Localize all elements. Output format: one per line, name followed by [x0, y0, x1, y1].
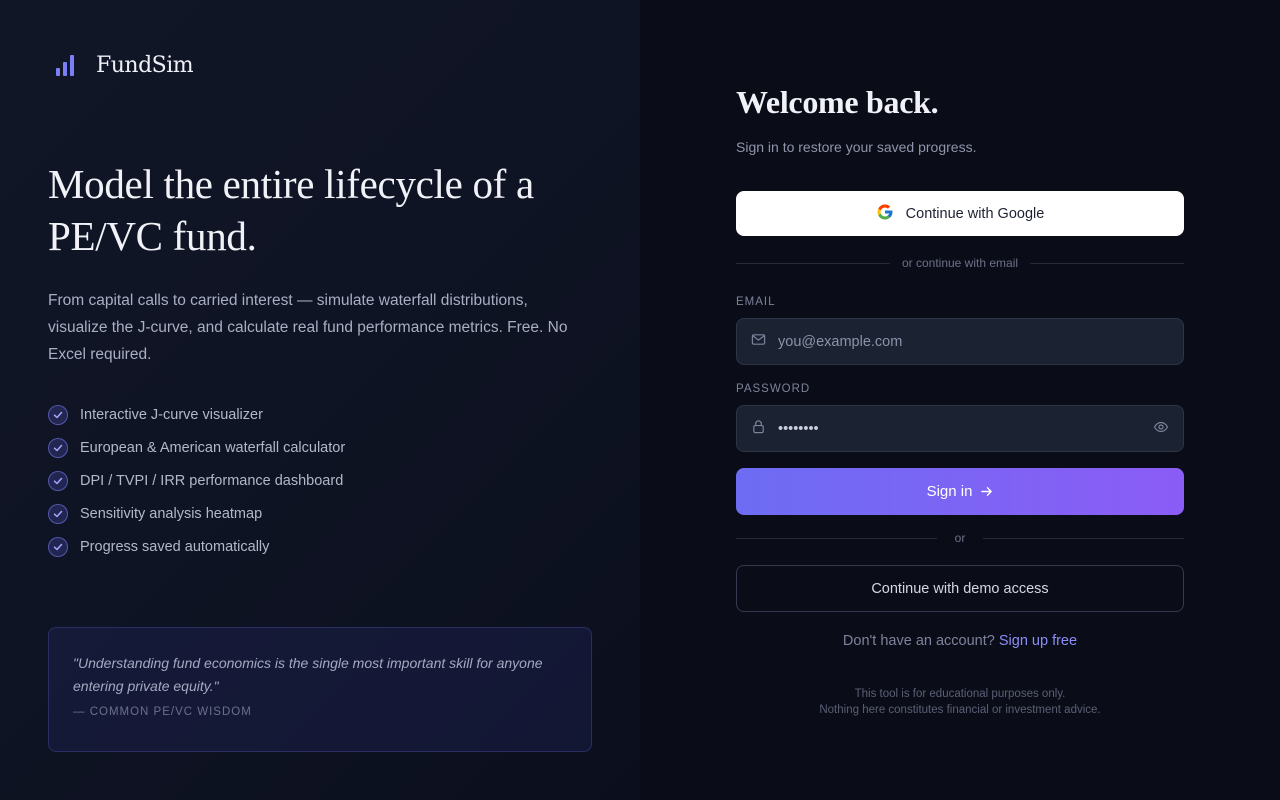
check-icon — [48, 437, 68, 458]
password-field-wrapper[interactable] — [736, 405, 1184, 452]
check-icon — [48, 470, 68, 491]
feature-list: Interactive J-curve visualizer European … — [48, 398, 345, 563]
feature-label: DPI / TVPI / IRR performance dashboard — [80, 472, 344, 489]
feature-label: European & American waterfall calculator — [80, 439, 346, 456]
page-title: Welcome back. — [736, 84, 939, 120]
google-button-label: Continue with Google — [905, 205, 1045, 222]
check-icon — [48, 503, 68, 524]
email-divider: or continue with email — [736, 256, 1184, 270]
brand-logo[interactable]: FundSim — [52, 52, 194, 78]
divider-text: or continue with email — [901, 256, 1019, 270]
quote-card: "Understanding fund economics is the sin… — [48, 627, 592, 752]
demo-access-button[interactable]: Continue with demo access — [736, 565, 1184, 612]
signup-prompt-text: Don't have an account? — [842, 633, 995, 649]
lock-icon — [751, 419, 766, 438]
arrow-right-icon — [980, 485, 993, 498]
feature-label: Progress saved automatically — [80, 538, 270, 555]
signin-button-label: Sign in — [926, 483, 973, 500]
brand-name: FundSim — [96, 52, 194, 78]
bar-chart-icon — [52, 52, 78, 78]
google-icon — [876, 203, 894, 224]
disclaimer-line: This tool is for educational purposes on… — [854, 688, 1066, 700]
hero-description: From capital calls to carried interest —… — [48, 292, 568, 363]
or-divider: or — [736, 531, 1185, 545]
page-subtitle: Sign in to restore your saved progress. — [736, 139, 977, 155]
email-field-wrapper[interactable] — [736, 318, 1184, 365]
google-signin-button[interactable]: Continue with Google — [736, 191, 1184, 236]
check-icon — [48, 536, 68, 557]
feature-item: Progress saved automatically — [48, 530, 345, 563]
feature-item: European & American waterfall calculator — [48, 431, 345, 464]
signup-prompt: Don't have an account? Sign up free — [736, 633, 1184, 649]
feature-item: DPI / TVPI / IRR performance dashboard — [48, 464, 345, 497]
disclaimer-line: Nothing here constitutes financial or in… — [819, 704, 1101, 716]
hero-headline: Model the entire lifecycle of a PE/VC fu… — [48, 161, 534, 259]
disclaimer: This tool is for educational purposes on… — [736, 686, 1184, 718]
signin-button[interactable]: Sign in — [736, 468, 1184, 515]
eye-icon[interactable] — [1153, 419, 1169, 439]
email-field[interactable] — [778, 333, 1169, 350]
signup-link[interactable]: Sign up free — [999, 633, 1077, 649]
divider-text: or — [954, 531, 966, 545]
feature-label: Sensitivity analysis heatmap — [80, 505, 263, 522]
feature-label: Interactive J-curve visualizer — [80, 406, 263, 423]
password-label: PASSWORD — [736, 383, 811, 395]
mail-icon — [751, 332, 766, 351]
password-field[interactable] — [778, 420, 1153, 437]
feature-item: Interactive J-curve visualizer — [48, 398, 345, 431]
email-label: EMAIL — [736, 296, 776, 308]
quote-attribution: — COMMON PE/VC WISDOM — [73, 706, 252, 718]
hero-panel: FundSim Model the entire lifecycle of a … — [0, 0, 640, 800]
check-icon — [48, 404, 68, 425]
feature-item: Sensitivity analysis heatmap — [48, 497, 345, 530]
quote-text: "Understanding fund economics is the sin… — [73, 655, 543, 694]
